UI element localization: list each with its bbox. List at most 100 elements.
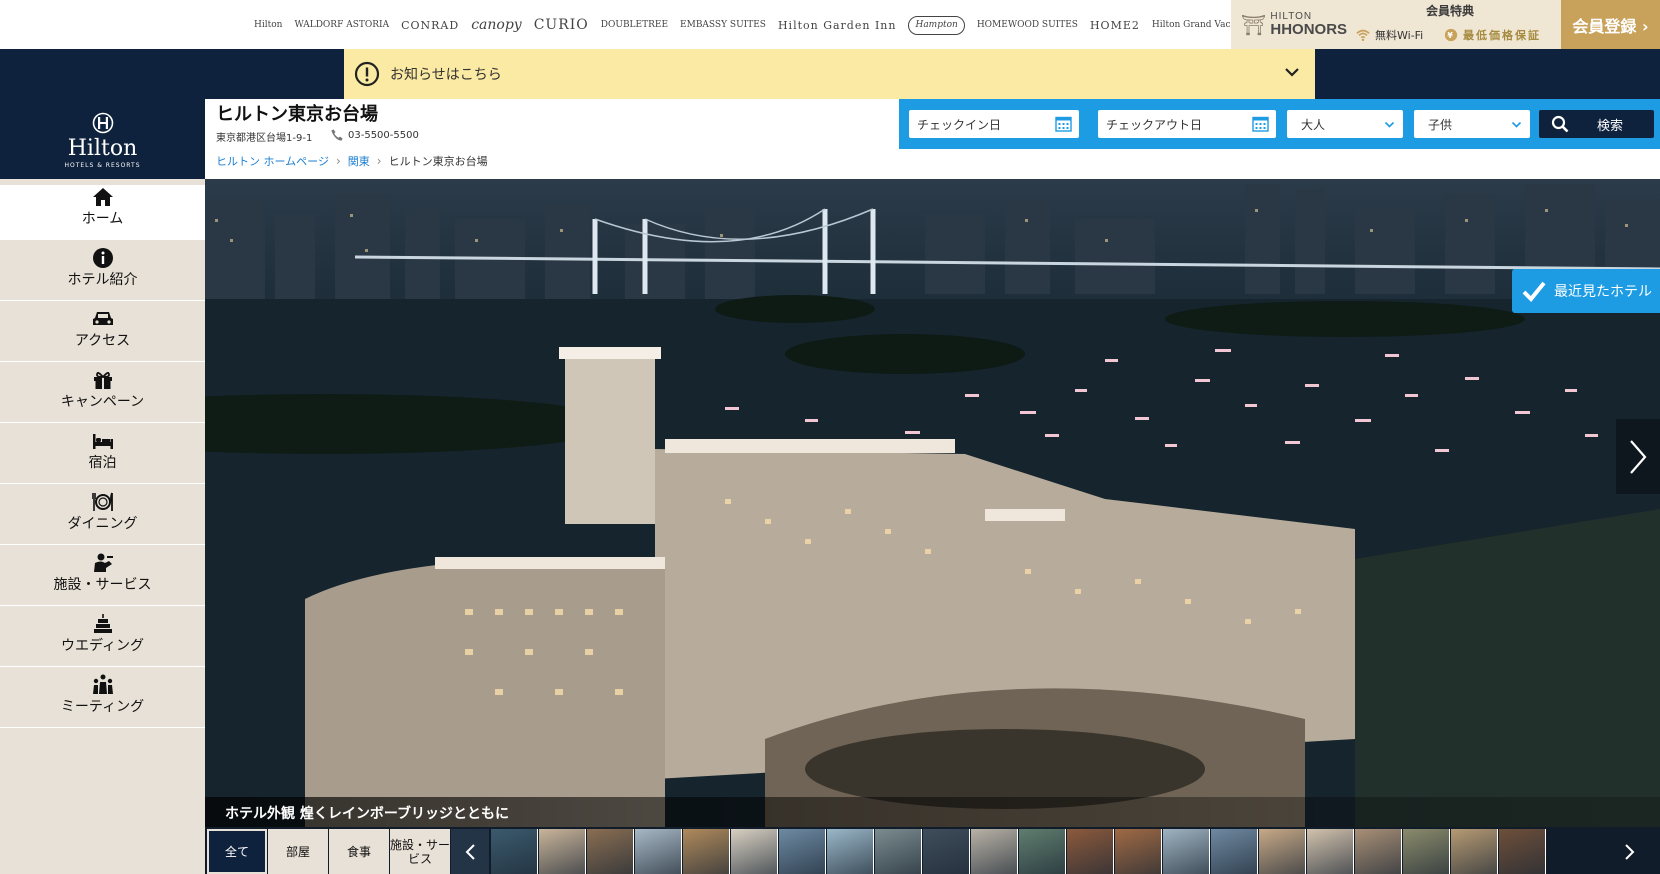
perk-price-label: 最低価格保証 xyxy=(1463,29,1541,42)
hhonors-panel[interactable]: ⛩ HILTON HHONORS 会員特典 無料Wi-Fi ¥ 最低価格保証 xyxy=(1231,0,1561,49)
hilton-logo[interactable]: Hilton HOTELS & RESORTS xyxy=(0,99,205,179)
phone-icon xyxy=(331,129,343,141)
brand-logo[interactable]: HOMEWOOD SUITES xyxy=(977,20,1078,30)
gallery-thumbnail[interactable] xyxy=(587,829,634,874)
gallery-thumbnail[interactable] xyxy=(1307,829,1354,874)
gallery-thumbnail[interactable] xyxy=(1211,829,1258,874)
checkin-placeholder: チェックイン日 xyxy=(917,118,1002,132)
search-button[interactable]: 検索 xyxy=(1539,110,1654,138)
gallery-thumbnail[interactable] xyxy=(1019,829,1066,874)
gallery-thumbnail-strip: 全て 部屋 食事 施設・サービス xyxy=(205,827,1660,874)
breadcrumb-region[interactable]: 関東 xyxy=(348,153,370,169)
gallery-thumbnail[interactable] xyxy=(1259,829,1306,874)
gallery-thumbnail[interactable] xyxy=(827,829,874,874)
brand-logo[interactable]: HOME2 xyxy=(1090,20,1140,31)
sidebar-item-cake[interactable]: ウエディング xyxy=(0,612,205,667)
gallery-thumbnail[interactable] xyxy=(1451,829,1498,874)
hotel-phone[interactable]: 03-5500-5500 xyxy=(330,128,419,142)
children-label: 子供 xyxy=(1428,118,1453,132)
breadcrumb-current: ヒルトン東京お台場 xyxy=(388,155,488,168)
notice-bar[interactable]: お知らせはこちら xyxy=(344,49,1315,99)
hilton-h-mark-icon xyxy=(92,112,113,134)
gallery-thumbnail[interactable] xyxy=(1163,829,1210,874)
hotel-night-view-image xyxy=(205,184,1660,827)
breadcrumb-separator-icon: › xyxy=(376,154,382,168)
gallery-thumbnail[interactable] xyxy=(731,829,778,874)
brand-logo[interactable]: Hilton xyxy=(254,20,282,30)
chevron-down-icon xyxy=(1384,121,1395,128)
gallery-thumbnail[interactable] xyxy=(971,829,1018,874)
wifi-icon xyxy=(1356,29,1370,42)
sidebar-item-car[interactable]: アクセス xyxy=(0,307,205,362)
sidebar-item-concierge[interactable]: 施設・サービス xyxy=(0,551,205,606)
thumbnail-prev-button[interactable] xyxy=(451,829,489,874)
sidebar-item-label: ホーム xyxy=(81,211,124,227)
brand-logo[interactable]: WALDORF ASTORIA xyxy=(294,20,389,30)
gallery-thumbnail[interactable] xyxy=(635,829,682,874)
sidebar-item-dining[interactable]: ダイニング xyxy=(0,490,205,545)
gallery-filter-tab[interactable]: 全て xyxy=(207,829,267,874)
checkin-date-field[interactable]: チェックイン日 xyxy=(909,110,1079,138)
children-select[interactable]: 子供 xyxy=(1414,110,1530,138)
gallery-thumbnail[interactable] xyxy=(1067,829,1114,874)
brand-logo[interactable]: canopy xyxy=(471,18,522,32)
sidebar-item-label: ホテル紹介 xyxy=(67,272,138,288)
gallery-thumbnail[interactable] xyxy=(539,829,586,874)
brand-logos: Hilton WALDORF ASTORIA CONRAD canopy CURIO DO… xyxy=(254,6,1270,44)
gallery-thumbnail[interactable] xyxy=(1403,829,1450,874)
join-member-button[interactable]: 会員登録 › xyxy=(1561,0,1660,49)
breadcrumb-separator-icon: › xyxy=(335,154,341,168)
hotel-phone-number: 03-5500-5500 xyxy=(348,129,419,141)
search-icon xyxy=(1551,115,1569,133)
alert-icon xyxy=(354,61,380,87)
bed-icon xyxy=(92,434,113,449)
info-icon xyxy=(92,248,113,268)
gallery-thumbnail[interactable] xyxy=(1115,829,1162,874)
gallery-thumbnail[interactable] xyxy=(923,829,970,874)
search-button-label: 検索 xyxy=(1597,118,1624,134)
brand-bar: Hilton WALDORF ASTORIA CONRAD canopy CURIO DO… xyxy=(0,0,1660,49)
sidebar-item-meeting[interactable]: ミーティング xyxy=(0,673,205,728)
sidebar-item-bed[interactable]: 宿泊 xyxy=(0,429,205,484)
checkout-date-field[interactable]: チェックアウト日 xyxy=(1098,110,1276,138)
calendar-icon xyxy=(1252,116,1269,132)
hero-caption: ホテル外観 煌くレインボーブリッジとともに xyxy=(225,806,510,822)
breadcrumb: ヒルトン ホームページ › 関東 › ヒルトン東京お台場 xyxy=(216,153,488,169)
gallery-filter-tab[interactable]: 施設・サービス xyxy=(390,829,450,874)
calendar-icon xyxy=(1055,116,1072,132)
gallery-filter-tab[interactable]: 部屋 xyxy=(268,829,328,874)
sidebar-item-label: 施設・サービス xyxy=(53,577,152,593)
gallery-thumbnail[interactable] xyxy=(1499,829,1546,874)
brand-logo[interactable]: CONRAD xyxy=(401,20,459,31)
cake-icon xyxy=(93,614,112,633)
brand-logo[interactable]: DOUBLETREE xyxy=(601,20,668,30)
hotel-name: ヒルトン東京お台場 xyxy=(216,104,378,125)
brand-logo[interactable]: EMBASSY SUITES xyxy=(680,20,766,30)
chevron-down-icon[interactable] xyxy=(1283,63,1301,81)
logo-sub: HOTELS & RESORTS xyxy=(64,162,141,169)
gallery-thumbnail[interactable] xyxy=(1355,829,1402,874)
gallery-filter-tab[interactable]: 食事 xyxy=(329,829,389,874)
thumbnail-next-button[interactable] xyxy=(1600,829,1660,874)
brand-logo[interactable]: Hampton xyxy=(908,15,965,35)
sidebar-item-label: アクセス xyxy=(74,333,131,349)
gallery-thumbnail[interactable] xyxy=(491,829,538,874)
breadcrumb-home[interactable]: ヒルトン ホームページ xyxy=(216,153,329,169)
yen-badge-icon: ¥ xyxy=(1444,28,1458,42)
gallery-thumbnail[interactable] xyxy=(779,829,826,874)
sidebar-item-info[interactable]: ホテル紹介 xyxy=(0,246,205,301)
recently-viewed-hotels-button[interactable]: 最近見たホテル xyxy=(1512,269,1660,313)
adults-select[interactable]: 大人 xyxy=(1287,110,1403,138)
perk-best-price: ¥ 最低価格保証 xyxy=(1444,27,1541,43)
gallery-thumbnail[interactable] xyxy=(683,829,730,874)
sidebar-item-home[interactable]: ホーム xyxy=(0,185,205,240)
hotel-address: 東京都港区台場1-9-1 xyxy=(216,133,313,144)
svg-text:¥: ¥ xyxy=(1447,31,1454,40)
gallery-thumbnail[interactable] xyxy=(875,829,922,874)
gift-icon xyxy=(93,372,112,389)
brand-logo[interactable]: CURIO xyxy=(534,18,589,32)
brand-logo[interactable]: Hilton Garden Inn xyxy=(778,20,897,31)
hero-caption-bar: ホテル外観 煌くレインボーブリッジとともに xyxy=(205,797,1660,827)
hero-next-button[interactable] xyxy=(1616,419,1660,494)
sidebar-item-gift[interactable]: キャンペーン xyxy=(0,368,205,423)
